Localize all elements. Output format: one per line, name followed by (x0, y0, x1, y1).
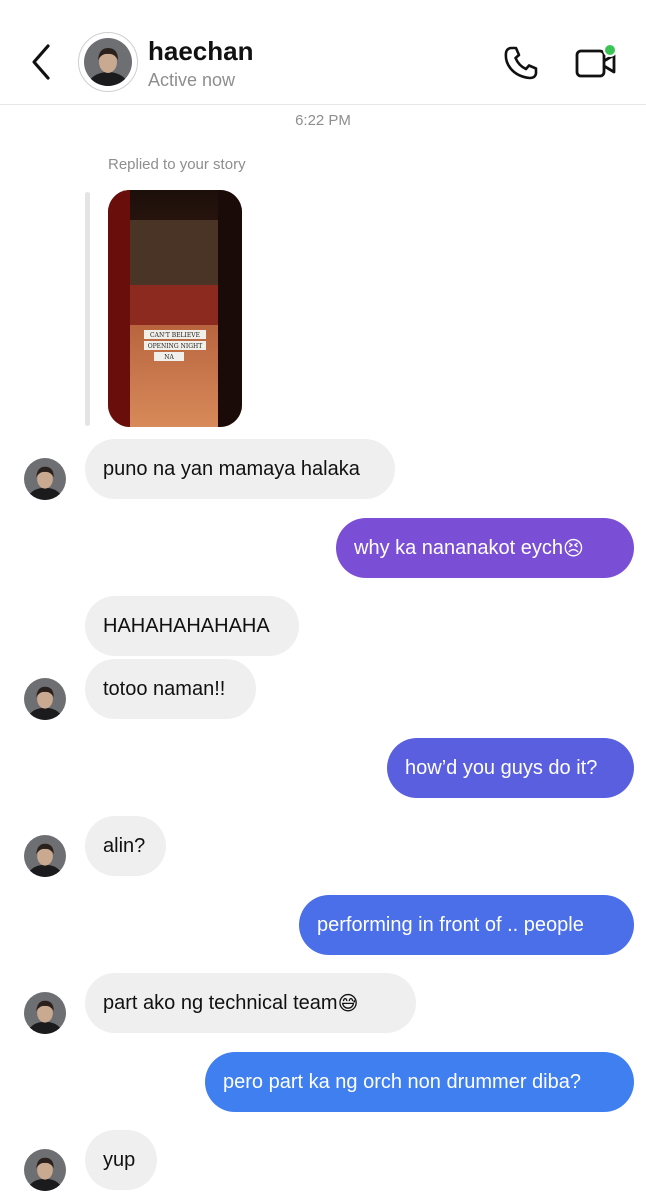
chat-timestamp: 6:22 PM (295, 112, 351, 129)
sender-avatar[interactable] (24, 458, 66, 500)
message-text: part ako ng technical team (103, 992, 338, 1014)
incoming-message-bubble[interactable]: totoo naman!! (85, 659, 256, 719)
incoming-message-bubble[interactable]: part ako ng technical team 😅 (85, 973, 416, 1033)
sender-avatar[interactable] (24, 992, 66, 1034)
message-text: how’d you guys do it? (405, 757, 598, 779)
emoji-icon: 😣 (563, 537, 584, 560)
outgoing-message-bubble[interactable]: how’d you guys do it? (387, 738, 634, 798)
story-text-line: NA (164, 354, 174, 361)
message-text: performing in front of .. people (317, 914, 584, 936)
chat-header: haechan Active now (0, 0, 646, 105)
story-thumbnail[interactable]: CAN'T BELIEVE OPENING NIGHT NA (108, 190, 242, 427)
outgoing-message-bubble[interactable]: pero part ka ng orch non drummer diba? (205, 1052, 634, 1112)
story-text-line: CAN'T BELIEVE (150, 332, 200, 339)
incoming-message-bubble[interactable]: alin? (85, 816, 166, 876)
story-reply-label: Replied to your story (108, 156, 246, 173)
outgoing-message-bubble[interactable]: performing in front of .. people (299, 895, 634, 955)
contact-name[interactable]: haechan (148, 36, 254, 67)
phone-icon[interactable] (502, 44, 540, 82)
message-text: HAHAHAHAHAHA (103, 615, 270, 637)
video-camera-icon[interactable] (574, 42, 620, 82)
online-dot-icon (603, 43, 617, 57)
message-text: totoo naman!! (103, 678, 226, 700)
story-text-line: OPENING NIGHT (148, 343, 203, 350)
sender-avatar[interactable] (24, 835, 66, 877)
sender-avatar[interactable] (24, 1149, 66, 1191)
emoji-icon: 😅 (337, 992, 359, 1015)
message-text: pero part ka ng orch non drummer diba? (223, 1071, 581, 1093)
incoming-message-bubble[interactable]: puno na yan mamaya halaka (85, 439, 395, 499)
message-text: why ka nananakot eych (354, 537, 564, 559)
reply-indicator-bar (85, 192, 90, 426)
avatar[interactable] (84, 38, 132, 86)
message-text: puno na yan mamaya halaka (103, 458, 360, 480)
outgoing-message-bubble[interactable]: why ka nananakot eych 😣 (336, 518, 634, 578)
message-text: alin? (103, 835, 146, 857)
active-status: Active now (148, 70, 236, 90)
incoming-message-bubble[interactable]: HAHAHAHAHAHA (85, 596, 299, 656)
back-chevron-icon[interactable] (22, 42, 62, 82)
incoming-message-bubble[interactable]: yup (85, 1130, 157, 1190)
message-text: yup (103, 1149, 136, 1171)
sender-avatar[interactable] (24, 678, 66, 720)
